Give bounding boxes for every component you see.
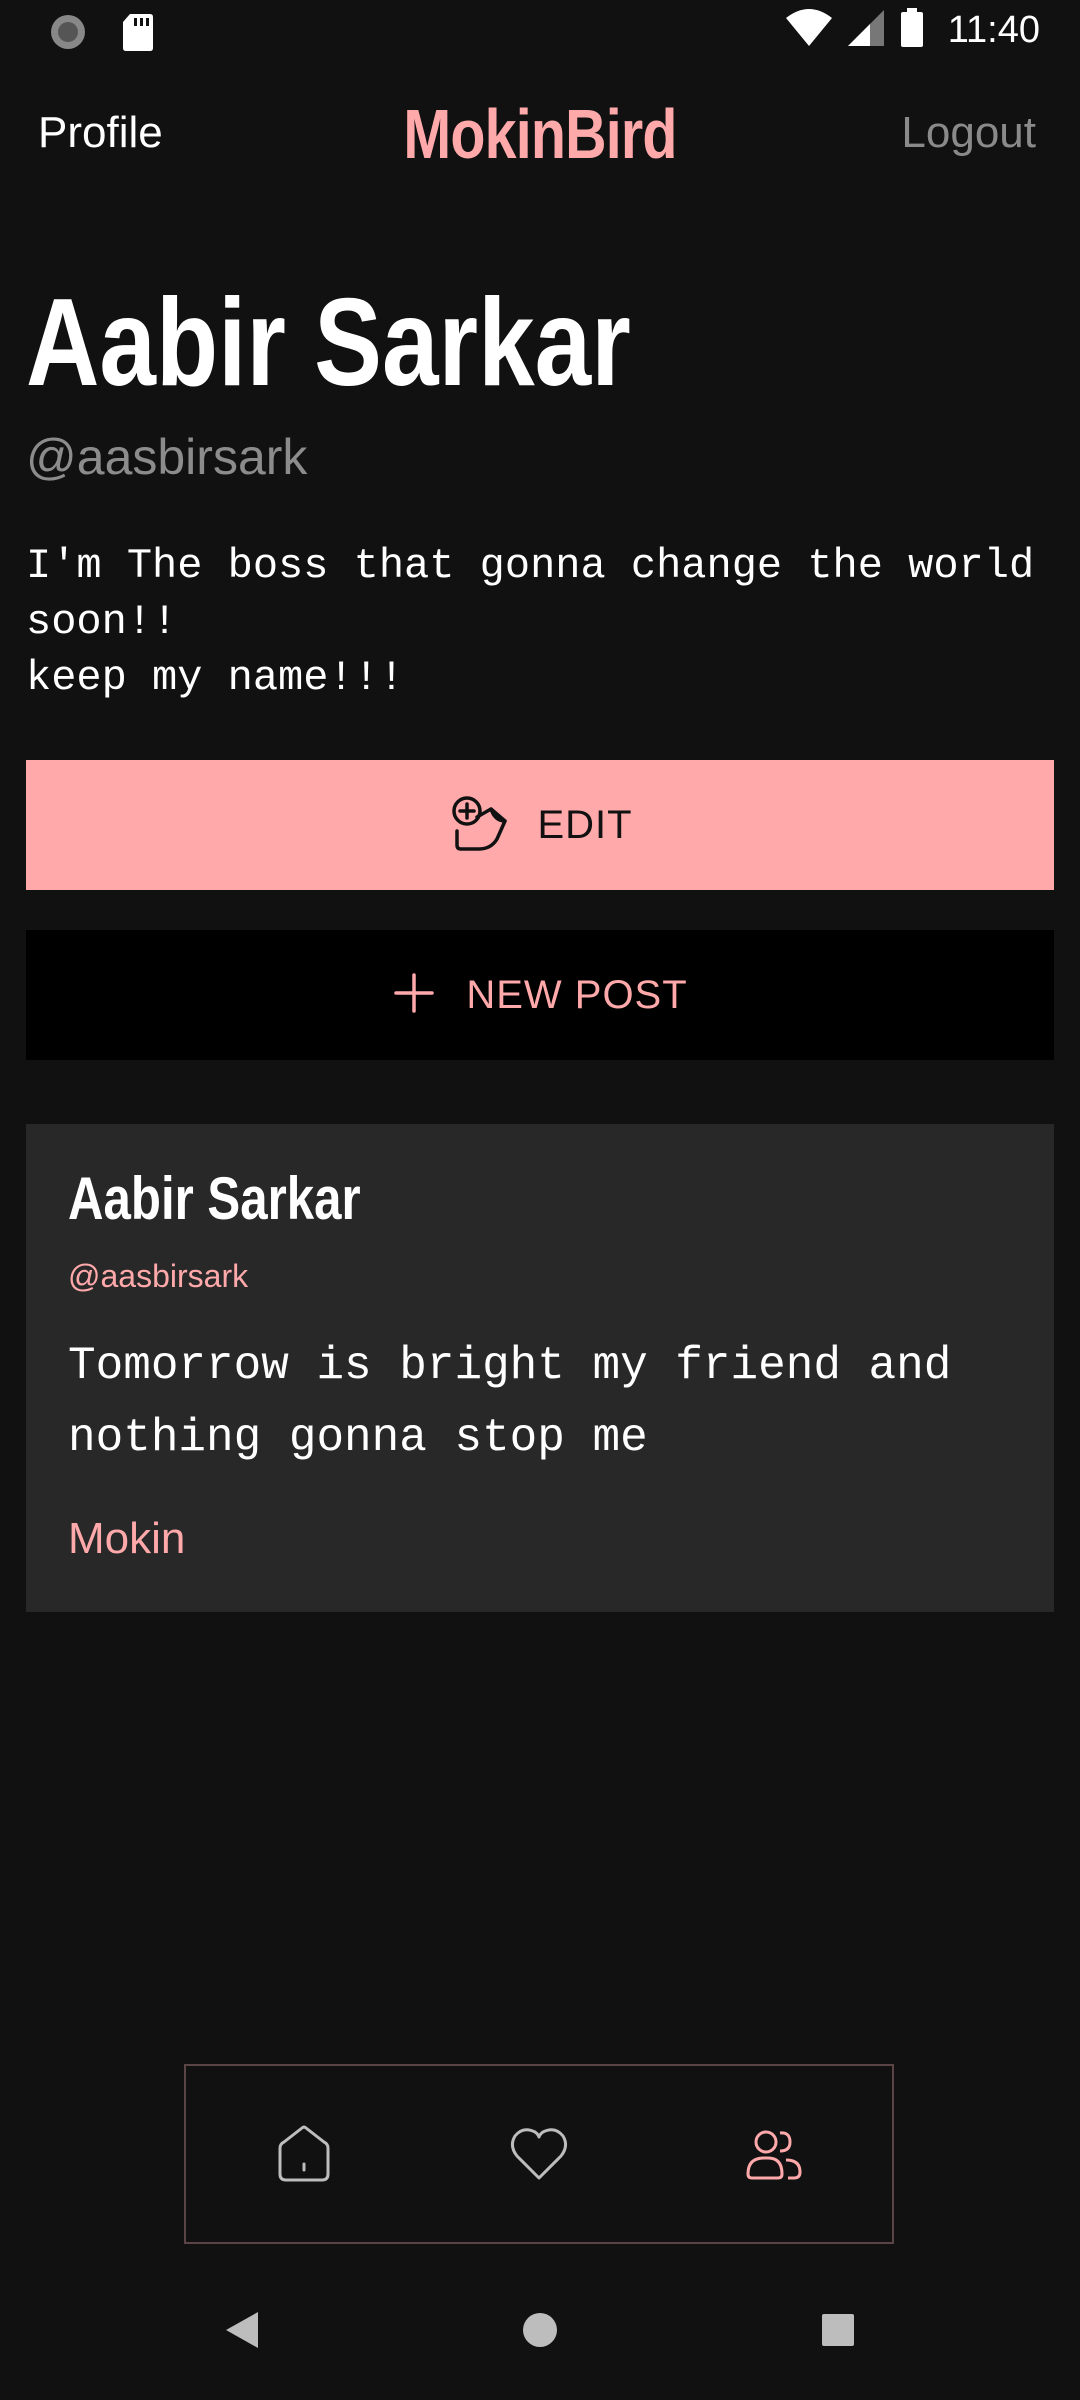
profile-handle: @aasbirsark <box>26 429 308 485</box>
app-brand-title: MokinBird <box>403 95 677 173</box>
post-card: Aabir Sarkar @aasbirsark Tomorrow is bri… <box>26 1124 1054 1612</box>
status-bar: 11:40 <box>0 0 1080 64</box>
edit-icon <box>447 791 511 860</box>
cell-signal-icon <box>846 8 886 53</box>
new-post-button-label: NEW POST <box>466 972 688 1017</box>
home-icon[interactable] <box>264 2114 344 2194</box>
loading-indicator-icon <box>48 12 88 57</box>
home-system-icon[interactable] <box>522 2310 558 2355</box>
new-post-button[interactable]: NEW POST <box>26 930 1054 1060</box>
plus-icon <box>392 971 436 1020</box>
mokin-action-link[interactable]: Mokin <box>68 1514 185 1564</box>
post-author-name: Aabir Sarkar <box>68 1165 361 1232</box>
bottom-navigation <box>184 2064 894 2244</box>
edit-button-label: EDIT <box>537 802 633 847</box>
logout-link[interactable]: Logout <box>901 108 1036 158</box>
heart-icon[interactable] <box>499 2114 579 2194</box>
recents-icon[interactable] <box>820 2310 856 2355</box>
status-time: 11:40 <box>947 9 1040 51</box>
post-author-handle: @aasbirsark <box>68 1258 249 1294</box>
battery-icon <box>900 8 924 53</box>
profile-name: Aabir Sarkar <box>26 274 631 412</box>
post-text: Tomorrow is bright my friend and nothing… <box>68 1340 952 1464</box>
profile-bio: I'm The boss that gonna change the world… <box>26 542 1035 702</box>
back-icon[interactable] <box>224 2310 260 2355</box>
system-navigation-bar <box>0 2290 1080 2380</box>
app-bar: Profile MokinBird Logout <box>0 88 1080 184</box>
wifi-icon <box>785 8 832 53</box>
users-icon[interactable] <box>734 2114 814 2194</box>
sd-card-icon <box>122 12 154 57</box>
profile-screen: 11:40 Profile MokinBird Logout Aabir Sar… <box>0 0 1080 2400</box>
edit-profile-button[interactable]: EDIT <box>26 760 1054 890</box>
